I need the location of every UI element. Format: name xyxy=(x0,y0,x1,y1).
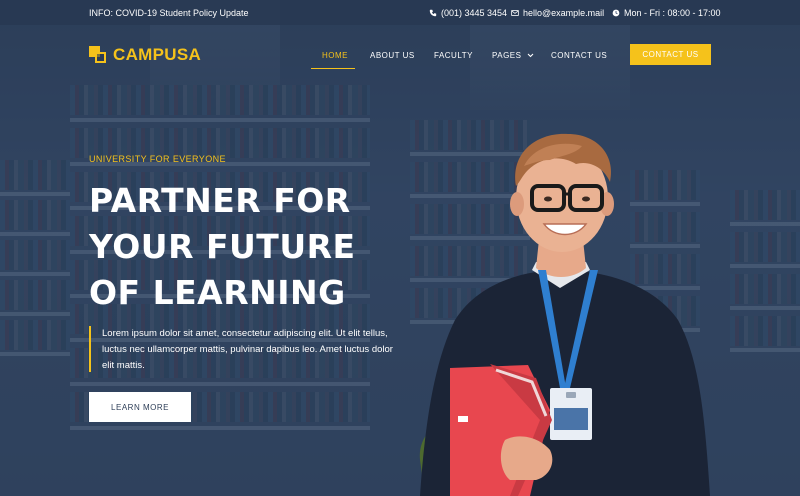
clock-icon xyxy=(612,9,620,17)
student-image xyxy=(419,133,710,496)
nav-pages-label: PAGES xyxy=(492,51,522,60)
hero-description: Lorem ipsum dolor sit amet, consectetur … xyxy=(102,328,393,371)
hero-headline: PARTNER FOR YOUR FUTURE OF LEARNING xyxy=(89,178,429,316)
phone-contact[interactable]: (001) 3445 3454 xyxy=(429,8,507,18)
hours-text: Mon - Fri : 08:00 - 17:00 xyxy=(624,8,721,18)
phone-icon xyxy=(429,9,437,17)
chevron-down-icon xyxy=(527,54,534,58)
hero-eyebrow: UNIVERSITY FOR EVERYONE xyxy=(89,154,226,164)
headline-line: PARTNER FOR xyxy=(89,181,351,220)
nav-about-us[interactable]: ABOUT US xyxy=(370,51,415,60)
office-hours: Mon - Fri : 08:00 - 17:00 xyxy=(612,8,721,18)
headline-line: YOUR FUTURE xyxy=(89,227,356,266)
nav-faculty[interactable]: FACULTY xyxy=(434,51,473,60)
headline-line: OF LEARNING xyxy=(89,273,346,312)
nav-active-indicator xyxy=(311,68,355,69)
contact-us-button[interactable]: CONTACT US xyxy=(630,44,711,65)
nav-pages[interactable]: PAGES xyxy=(492,51,534,60)
learn-more-button[interactable]: LEARN MORE xyxy=(89,392,191,422)
mail-icon xyxy=(511,10,519,16)
phone-number: (001) 3445 3454 xyxy=(441,8,508,18)
top-info-bar: INFO: COVID-19 Student Policy Update (00… xyxy=(0,0,800,25)
description-accent-bar xyxy=(89,326,91,372)
nav-contact-us[interactable]: CONTACT US xyxy=(551,51,607,60)
nav-home[interactable]: HOME xyxy=(322,51,348,60)
email-contact[interactable]: hello@example.mail xyxy=(511,8,604,18)
covid-info-link[interactable]: INFO: COVID-19 Student Policy Update xyxy=(89,8,249,18)
email-address: hello@example.mail xyxy=(523,8,605,18)
